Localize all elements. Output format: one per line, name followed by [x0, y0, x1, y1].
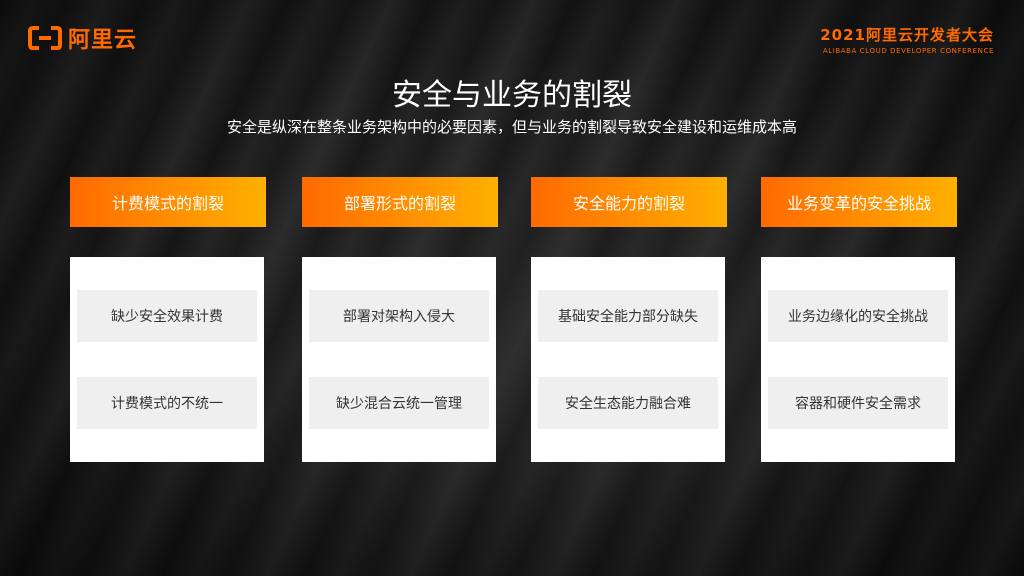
column-billing: 计费模式的割裂 缺少安全效果计费 计费模式的不统一	[70, 177, 266, 462]
page-title: 安全与业务的割裂	[392, 78, 632, 113]
column-card: 基础安全能力部分缺失 安全生态能力融合难	[531, 257, 725, 462]
card-item: 安全生态能力融合难	[538, 377, 718, 429]
card-item: 部署对架构入侵大	[309, 290, 489, 342]
card-item: 缺少安全效果计费	[77, 290, 257, 342]
card-item: 计费模式的不统一	[77, 377, 257, 429]
column-business-change: 业务变革的安全挑战 业务边缘化的安全挑战 容器和硬件安全需求	[761, 177, 957, 462]
card-item: 基础安全能力部分缺失	[538, 290, 718, 342]
page-subtitle: 安全是纵深在整条业务架构中的必要因素，但与业务的割裂导致安全建设和运维成本高	[226, 118, 797, 136]
column-header: 安全能力的割裂	[531, 177, 727, 227]
alibaba-cloud-logo-icon	[28, 26, 62, 50]
logo-text: 阿里云	[68, 28, 138, 53]
card-item: 容器和硬件安全需求	[768, 377, 948, 429]
card-item: 业务边缘化的安全挑战	[768, 290, 948, 342]
conference-subtitle: ALIBABA CLOUD DEVELOPER CONFERENCE	[822, 47, 994, 55]
conference-title: 2021阿里云开发者大会	[820, 26, 994, 44]
column-capability: 安全能力的割裂 基础安全能力部分缺失 安全生态能力融合难	[531, 177, 727, 462]
column-card: 缺少安全效果计费 计费模式的不统一	[70, 257, 264, 462]
conference-badge: 2021阿里云开发者大会 ALIBABA CLOUD DEVELOPER CON…	[820, 24, 994, 55]
column-header: 业务变革的安全挑战	[761, 177, 957, 227]
card-item: 缺少混合云统一管理	[309, 377, 489, 429]
alibaba-cloud-logo: 阿里云	[28, 22, 137, 54]
column-header: 部署形式的割裂	[302, 177, 498, 227]
column-card: 部署对架构入侵大 缺少混合云统一管理	[302, 257, 496, 462]
column-header: 计费模式的割裂	[70, 177, 266, 227]
column-card: 业务边缘化的安全挑战 容器和硬件安全需求	[761, 257, 955, 462]
slide: 阿里云 2021阿里云开发者大会 ALIBABA CLOUD DEVELOPER…	[0, 0, 1024, 576]
column-deployment: 部署形式的割裂 部署对架构入侵大 缺少混合云统一管理	[302, 177, 498, 462]
